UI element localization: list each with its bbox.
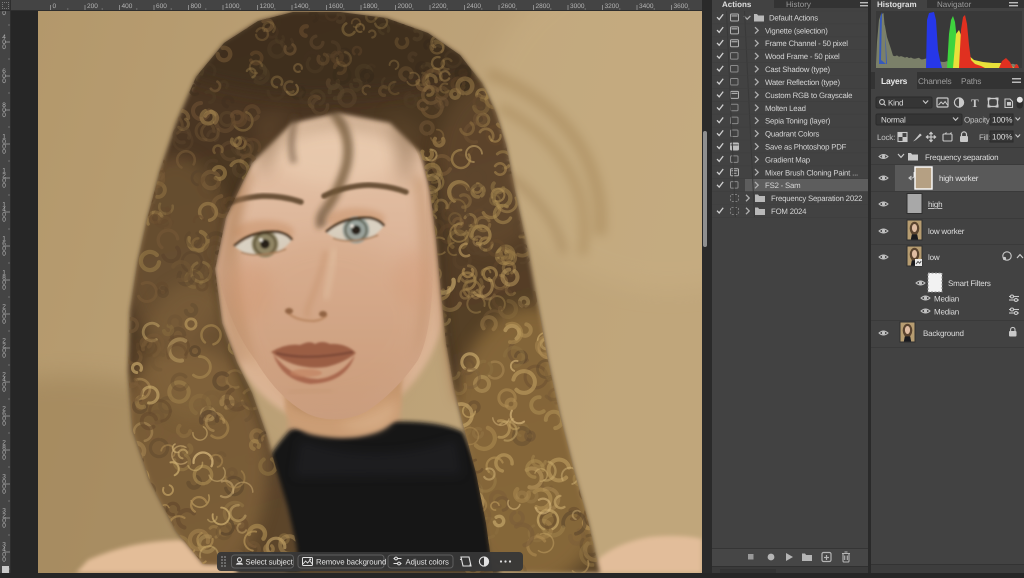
svg-text:Quadrant Colors: Quadrant Colors bbox=[765, 130, 820, 139]
svg-text:1400: 1400 bbox=[294, 3, 309, 10]
svg-text:Smart Filters: Smart Filters bbox=[948, 279, 991, 288]
svg-text:Kind: Kind bbox=[888, 99, 903, 108]
svg-text:Normal: Normal bbox=[881, 116, 906, 125]
svg-text:Select subject: Select subject bbox=[246, 558, 294, 567]
svg-text:Frequency Separation 2022: Frequency Separation 2022 bbox=[771, 194, 862, 203]
svg-text:1600: 1600 bbox=[329, 3, 344, 10]
svg-text:0: 0 bbox=[2, 149, 6, 156]
svg-text:Lock:: Lock: bbox=[877, 133, 895, 142]
svg-text:Histogram: Histogram bbox=[877, 0, 917, 9]
svg-text:Opacity:: Opacity: bbox=[964, 116, 992, 125]
svg-text:600: 600 bbox=[156, 3, 167, 10]
svg-text:2600: 2600 bbox=[501, 3, 516, 10]
svg-text:Navigator: Navigator bbox=[937, 0, 972, 9]
svg-text:0: 0 bbox=[2, 251, 6, 258]
svg-text:Fill:: Fill: bbox=[979, 133, 990, 142]
svg-text:Save as Photoshop PDF: Save as Photoshop PDF bbox=[765, 143, 847, 152]
svg-text:0: 0 bbox=[2, 319, 6, 326]
svg-text:3400: 3400 bbox=[639, 3, 654, 10]
svg-text:Wood Frame - 50 pixel: Wood Frame - 50 pixel bbox=[765, 52, 840, 61]
svg-text:100%: 100% bbox=[992, 133, 1012, 142]
svg-text:0: 0 bbox=[2, 112, 6, 119]
svg-text:Adjust colors: Adjust colors bbox=[406, 558, 450, 567]
svg-text:Median: Median bbox=[934, 295, 959, 304]
svg-text:100%: 100% bbox=[992, 116, 1012, 125]
svg-text:FOM 2024: FOM 2024 bbox=[771, 207, 807, 216]
svg-text:high: high bbox=[928, 200, 942, 209]
svg-text:3200: 3200 bbox=[605, 3, 620, 10]
svg-text:0: 0 bbox=[2, 353, 6, 360]
svg-text:0: 0 bbox=[2, 387, 6, 394]
svg-text:low: low bbox=[928, 253, 940, 262]
svg-text:200: 200 bbox=[87, 3, 98, 10]
svg-text:2200: 2200 bbox=[432, 3, 447, 10]
svg-text:History: History bbox=[786, 0, 811, 9]
svg-text:0: 0 bbox=[2, 183, 6, 190]
svg-text:1800: 1800 bbox=[363, 3, 378, 10]
svg-text:FS2 - Sam: FS2 - Sam bbox=[765, 181, 800, 190]
svg-text:Background: Background bbox=[923, 329, 964, 338]
svg-text:Vignette (selection): Vignette (selection) bbox=[765, 26, 828, 35]
svg-text:Mixer Brush Cloning Paint ...: Mixer Brush Cloning Paint ... bbox=[765, 168, 858, 177]
svg-text:2000: 2000 bbox=[398, 3, 413, 10]
svg-text:Cast Shadow (type): Cast Shadow (type) bbox=[765, 65, 830, 74]
svg-text:0: 0 bbox=[2, 489, 6, 496]
svg-text:Default Actions: Default Actions bbox=[769, 13, 818, 22]
svg-text:0: 0 bbox=[2, 523, 6, 530]
svg-text:high worker: high worker bbox=[939, 174, 979, 183]
svg-text:2400: 2400 bbox=[467, 3, 482, 10]
svg-text:0: 0 bbox=[2, 44, 6, 51]
svg-text:0: 0 bbox=[2, 217, 6, 224]
svg-text:Custom RGB to Grayscale: Custom RGB to Grayscale bbox=[765, 91, 852, 100]
svg-text:Layers: Layers bbox=[881, 76, 908, 86]
svg-text:0: 0 bbox=[2, 78, 6, 85]
svg-text:3000: 3000 bbox=[570, 3, 585, 10]
svg-text:Gradient Map: Gradient Map bbox=[765, 155, 811, 164]
svg-text:0: 0 bbox=[53, 3, 57, 10]
svg-text:Sepia Toning (layer): Sepia Toning (layer) bbox=[765, 117, 831, 126]
svg-text:1000: 1000 bbox=[225, 3, 240, 10]
svg-text:1200: 1200 bbox=[260, 3, 275, 10]
svg-text:Actions: Actions bbox=[722, 0, 752, 9]
svg-text:Water Reflection (type): Water Reflection (type) bbox=[765, 78, 840, 87]
svg-text:2800: 2800 bbox=[536, 3, 551, 10]
svg-text:800: 800 bbox=[191, 3, 202, 10]
svg-text:3600: 3600 bbox=[674, 3, 689, 10]
svg-text:Paths: Paths bbox=[961, 76, 981, 86]
svg-text:Median: Median bbox=[934, 308, 959, 317]
svg-text:T: T bbox=[971, 98, 979, 110]
svg-text:0: 0 bbox=[2, 421, 6, 428]
svg-text:low worker: low worker bbox=[928, 227, 965, 236]
svg-text:Frequency separation: Frequency separation bbox=[925, 153, 998, 162]
svg-text:400: 400 bbox=[122, 3, 133, 10]
svg-text:Channels: Channels bbox=[918, 76, 952, 86]
svg-text:Remove background: Remove background bbox=[316, 558, 386, 567]
svg-text:Frame Channel - 50 pixel: Frame Channel - 50 pixel bbox=[765, 39, 848, 48]
svg-text:0: 0 bbox=[2, 455, 6, 462]
svg-text:0: 0 bbox=[2, 557, 6, 564]
svg-text:Molten Lead: Molten Lead bbox=[765, 104, 806, 113]
svg-text:0: 0 bbox=[2, 285, 6, 292]
svg-text:0: 0 bbox=[2, 10, 6, 17]
